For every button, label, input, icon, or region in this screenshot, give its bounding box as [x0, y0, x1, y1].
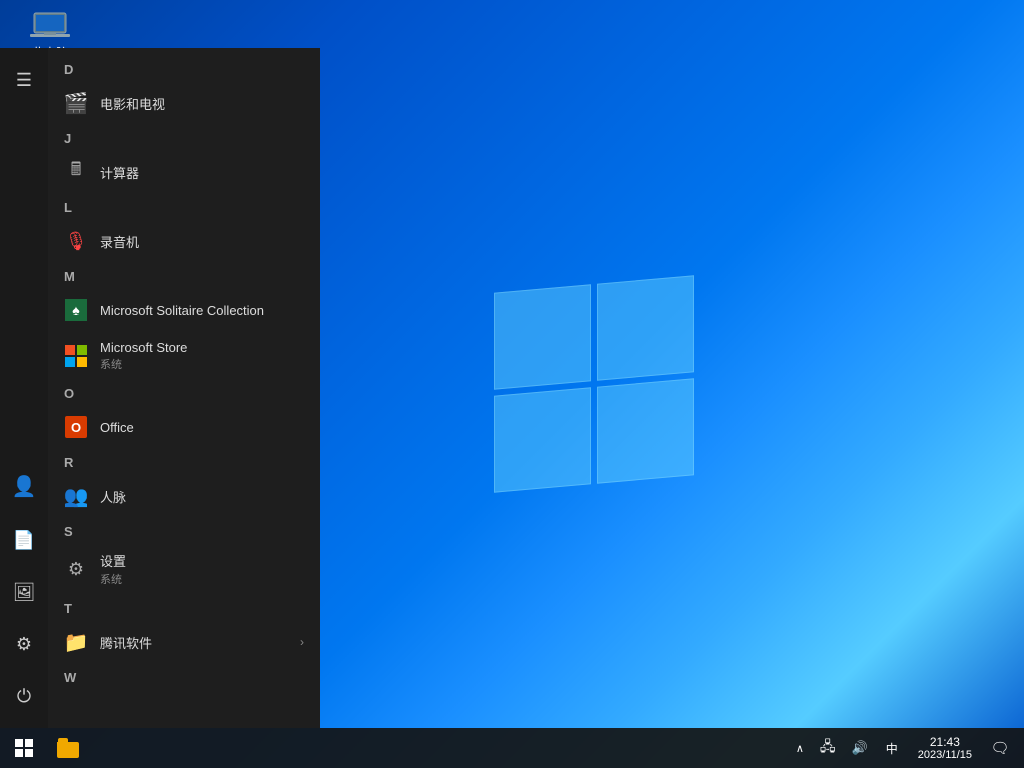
section-letter-l: L: [48, 194, 320, 219]
power-icon: ⏻: [17, 686, 31, 707]
app-name-office: Office: [100, 420, 134, 435]
settings-sidebar-icon: ⚙: [16, 634, 32, 655]
taskbar-clock[interactable]: 21:43 2023/11/15: [910, 728, 980, 768]
settings-app-icon: ⚙: [64, 557, 88, 581]
app-name-recorder: 录音机: [100, 232, 139, 251]
section-letter-d: D: [48, 56, 320, 81]
photos-icon: 🖼: [13, 582, 36, 603]
avatar-icon: 👤: [12, 474, 37, 499]
app-item-recorder[interactable]: 🎙 录音机: [48, 219, 320, 263]
sidebar-docs-button[interactable]: 📄: [0, 516, 48, 564]
store-icon: [64, 344, 88, 368]
solitaire-icon: ♠: [64, 298, 88, 322]
windows-logo: [494, 284, 694, 484]
clock-time: 21:43: [930, 735, 960, 749]
app-item-calculator[interactable]: 🖩 计算器: [48, 150, 320, 194]
notification-button[interactable]: 🗨: [984, 728, 1016, 768]
hamburger-icon: ☰: [16, 70, 32, 91]
file-explorer-button[interactable]: [48, 728, 88, 768]
section-letter-t: T: [48, 595, 320, 620]
app-item-people[interactable]: 👥 人脉: [48, 474, 320, 518]
app-name-settings: 设置: [100, 551, 126, 570]
app-sub-store: 系统: [100, 356, 187, 372]
section-letter-s: S: [48, 518, 320, 543]
app-item-solitaire[interactable]: ♠ Microsoft Solitaire Collection: [48, 288, 320, 332]
windows-start-icon: [15, 739, 33, 757]
system-tray-lang[interactable]: 中: [878, 728, 906, 768]
app-name-solitaire: Microsoft Solitaire Collection: [100, 303, 264, 318]
people-icon: 👥: [64, 484, 88, 508]
recorder-icon: 🎙: [64, 229, 88, 253]
app-name-movie: 电影和电视: [100, 94, 165, 113]
sidebar-photos-button[interactable]: 🖼: [0, 568, 48, 616]
office-icon: O: [64, 415, 88, 439]
taskbar: ∧ 🖧 🔊 中 21:43 2023/11/15 🗨: [0, 728, 1024, 768]
app-item-tencent[interactable]: 📁 腾讯软件 ›: [48, 620, 320, 664]
this-pc-icon: [30, 10, 70, 40]
network-icon: 🖧: [820, 736, 836, 760]
desktop: 此电脑 ☰ 👤 📄 🖼 ⚙ ⏻: [0, 0, 1024, 768]
clock-date: 2023/11/15: [918, 749, 972, 761]
start-button[interactable]: [0, 728, 48, 768]
app-name-people: 人脉: [100, 487, 126, 506]
section-letter-r: R: [48, 449, 320, 474]
tencent-folder-icon: 📁: [64, 630, 88, 654]
app-item-settings[interactable]: ⚙ 设置 系统: [48, 543, 320, 595]
section-letter-m: M: [48, 263, 320, 288]
app-name-tencent: 腾讯软件: [100, 633, 152, 652]
chevron-tray-icon: ∧: [796, 742, 804, 755]
system-tray-volume[interactable]: 🔊: [846, 728, 874, 768]
start-sidebar: ☰ 👤 📄 🖼 ⚙ ⏻: [0, 48, 48, 728]
docs-icon: 📄: [13, 530, 35, 551]
sidebar-settings-button[interactable]: ⚙: [0, 620, 48, 668]
app-item-movie[interactable]: 🎬 电影和电视: [48, 81, 320, 125]
system-tray-network[interactable]: 🖧: [814, 728, 842, 768]
app-item-office[interactable]: O Office: [48, 405, 320, 449]
taskbar-right: ∧ 🖧 🔊 中 21:43 2023/11/15 🗨: [790, 728, 1024, 768]
section-letter-w: W: [48, 664, 320, 689]
notification-icon: 🗨: [990, 739, 1009, 757]
app-item-store[interactable]: Microsoft Store 系统: [48, 332, 320, 380]
section-letter-j: J: [48, 125, 320, 150]
app-list: D 🎬 电影和电视 J 🖩 计算器 L: [48, 48, 320, 728]
language-indicator: 中: [884, 740, 900, 757]
start-menu: ☰ 👤 📄 🖼 ⚙ ⏻ D 🎬: [0, 48, 320, 728]
sidebar-power-button[interactable]: ⏻: [0, 672, 48, 720]
app-name-calculator: 计算器: [100, 163, 139, 182]
system-tray-chevron[interactable]: ∧: [790, 728, 810, 768]
chevron-icon: ›: [300, 635, 304, 649]
sidebar-avatar-button[interactable]: 👤: [0, 462, 48, 510]
volume-icon: 🔊: [852, 740, 868, 756]
app-sub-settings: 系统: [100, 571, 126, 587]
calculator-icon: 🖩: [64, 160, 88, 184]
app-name-store: Microsoft Store: [100, 340, 187, 355]
movie-icon: 🎬: [64, 91, 88, 115]
hamburger-button[interactable]: ☰: [0, 56, 48, 104]
section-letter-o: O: [48, 380, 320, 405]
